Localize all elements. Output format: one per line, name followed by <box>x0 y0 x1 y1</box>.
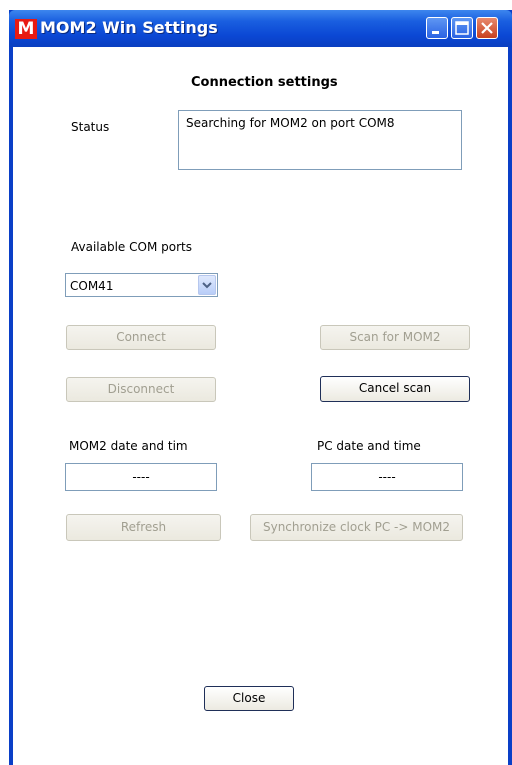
status-box: Searching for MOM2 on port COM8 <box>178 110 462 170</box>
close-window-button[interactable] <box>476 17 498 39</box>
window-title: MOM2 Win Settings <box>40 18 218 37</box>
cancel-scan-button[interactable]: Cancel scan <box>320 376 470 402</box>
status-label: Status <box>71 120 110 134</box>
connect-button[interactable]: Connect <box>66 325 216 350</box>
app-logo-icon: M <box>15 19 37 39</box>
chevron-down-icon <box>202 282 212 289</box>
disconnect-button[interactable]: Disconnect <box>66 377 216 402</box>
com-port-select[interactable]: COM41 <box>65 273 218 297</box>
maximize-icon <box>455 21 469 35</box>
com-ports-label: Available COM ports <box>71 240 192 254</box>
settings-window: M MOM2 Win Settings Connection settings … <box>9 10 512 765</box>
refresh-button[interactable]: Refresh <box>66 514 221 541</box>
com-port-selected-value: COM41 <box>70 279 114 293</box>
close-button[interactable]: Close <box>204 686 294 711</box>
mom2-time-field: ---- <box>65 463 217 491</box>
minimize-button[interactable] <box>426 17 448 39</box>
pc-time-label: PC date and time <box>317 439 421 453</box>
settings-panel: Connection settings Status Searching for… <box>13 47 508 765</box>
close-icon <box>481 22 493 34</box>
maximize-button[interactable] <box>451 17 473 39</box>
title-bar[interactable]: M MOM2 Win Settings <box>9 10 512 47</box>
page-title: Connection settings <box>191 75 338 90</box>
mom2-time-label: MOM2 date and tim <box>69 439 188 453</box>
status-text: Searching for MOM2 on port COM8 <box>186 116 395 130</box>
scan-button[interactable]: Scan for MOM2 <box>320 325 470 350</box>
minimize-icon <box>432 31 439 34</box>
dropdown-arrow-button[interactable] <box>198 275 216 295</box>
synchronize-clock-button[interactable]: Synchronize clock PC -> MOM2 <box>250 514 463 541</box>
pc-time-field: ---- <box>311 463 463 491</box>
